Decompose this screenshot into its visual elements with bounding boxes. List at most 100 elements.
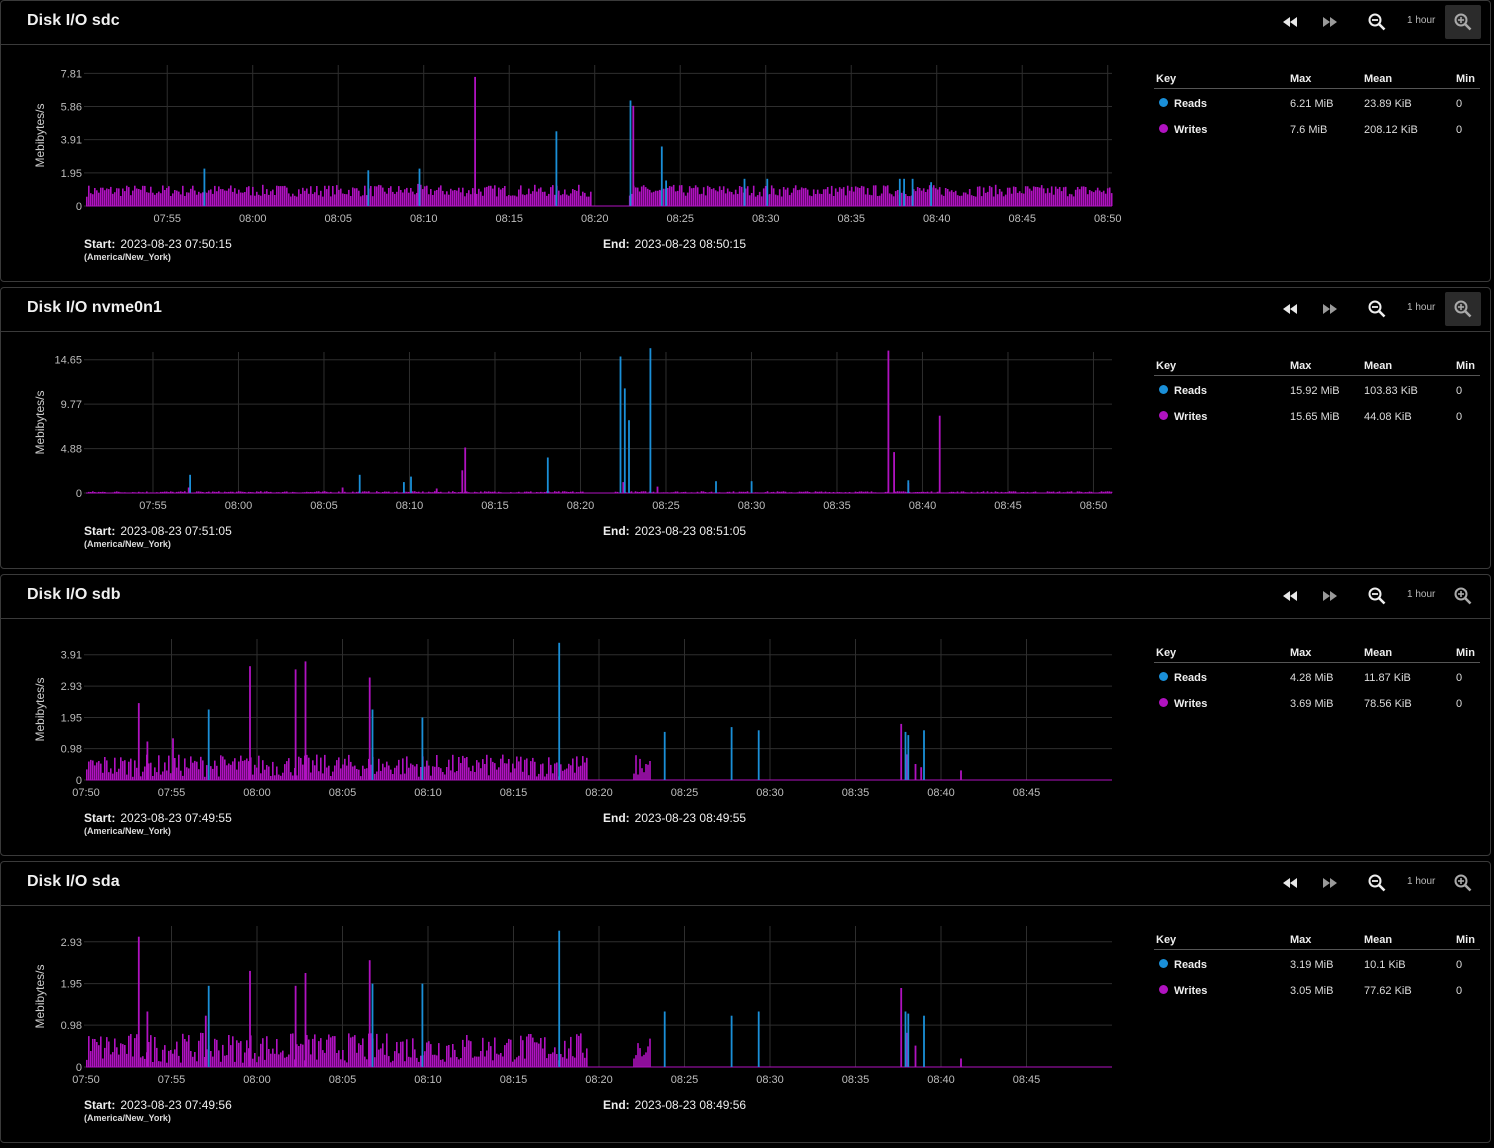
writes-bar (402, 758, 404, 780)
writes-bar (400, 190, 402, 206)
writes-bar (336, 1053, 338, 1067)
legend-row[interactable]: Reads 15.92 MiB 103.83 KiB 0 (1154, 385, 1480, 411)
zoom-out-button[interactable] (1359, 579, 1395, 613)
writes-bar (88, 761, 90, 780)
writes-bar (466, 757, 468, 780)
fast-forward-button[interactable] (1312, 579, 1348, 613)
writes-bar (882, 185, 885, 206)
zoom-out-button[interactable] (1359, 866, 1395, 900)
writes-bar (378, 184, 380, 206)
zoom-in-button[interactable] (1445, 866, 1481, 900)
writes-bar (372, 196, 374, 206)
legend-row[interactable]: Writes 15.65 MiB 44.08 KiB 0 (1154, 411, 1480, 437)
writes-bar (322, 196, 324, 206)
writes-bar (838, 187, 841, 206)
writes-bar (670, 186, 673, 206)
writes-bar (588, 196, 590, 206)
zoom-out-button[interactable] (1359, 292, 1395, 326)
zoom-in-icon (1454, 300, 1472, 318)
legend-row[interactable]: Writes 3.69 MiB 78.56 KiB 0 (1154, 698, 1480, 724)
writes-bar (458, 187, 460, 206)
legend-mean: 10.1 KiB (1364, 959, 1406, 971)
writes-bar (310, 186, 312, 206)
writes-bar (1020, 193, 1023, 206)
rewind-button[interactable] (1272, 292, 1308, 326)
rewind-button[interactable] (1272, 866, 1308, 900)
legend-row[interactable]: Reads 4.28 MiB 11.87 KiB 0 (1154, 672, 1480, 698)
writes-bar (450, 770, 452, 780)
writes-bar (366, 195, 368, 206)
fast-forward-button[interactable] (1312, 292, 1348, 326)
writes-bar (216, 1039, 218, 1067)
writes-bar (234, 758, 236, 780)
rewind-button[interactable] (1272, 579, 1308, 613)
legend-swatch (1159, 959, 1168, 968)
writes-bar (992, 196, 995, 206)
writes-bar (1038, 187, 1041, 206)
fast-forward-button[interactable] (1312, 866, 1348, 900)
writes-bar (858, 188, 861, 206)
writes-bar (880, 193, 883, 206)
writes-bar (904, 194, 907, 206)
writes-bar (524, 1058, 526, 1067)
x-tick-label: 08:35 (842, 787, 870, 799)
legend-row[interactable]: Writes 3.05 MiB 77.62 KiB 0 (1154, 985, 1480, 1011)
writes-bar (518, 189, 520, 206)
writes-spike (461, 470, 464, 493)
writes-bar (382, 1043, 384, 1067)
writes-bar (230, 1045, 232, 1067)
zoom-out-button[interactable] (1359, 5, 1395, 39)
zoom-in-button[interactable] (1445, 579, 1481, 613)
writes-bar (116, 771, 118, 780)
legend-mean: 77.62 KiB (1364, 985, 1412, 997)
writes-bar (476, 760, 478, 780)
writes-bar (448, 194, 450, 206)
writes-bar (100, 187, 102, 206)
writes-bar (270, 1053, 272, 1067)
writes-spike (249, 666, 251, 780)
writes-bar (388, 1056, 390, 1067)
writes-bar (516, 1057, 518, 1067)
writes-bar (498, 187, 500, 206)
writes-bar (1004, 194, 1007, 206)
writes-bar (338, 757, 340, 780)
writes-bar (386, 761, 388, 780)
writes-bar (258, 1056, 260, 1067)
writes-bar (444, 1061, 446, 1067)
writes-bar (336, 185, 338, 206)
legend-row[interactable]: Reads 3.19 MiB 10.1 KiB 0 (1154, 959, 1480, 985)
legend-max: 15.65 MiB (1290, 411, 1340, 423)
writes-bar (232, 761, 234, 780)
writes-bar (244, 192, 246, 206)
legend-mean: 78.56 KiB (1364, 698, 1412, 710)
zoom-in-button[interactable] (1445, 292, 1481, 326)
legend-row[interactable]: Reads 6.21 MiB 23.89 KiB 0 (1154, 98, 1480, 124)
writes-bar (104, 190, 106, 206)
writes-bar (540, 187, 542, 206)
writes-bar (94, 1039, 96, 1067)
zoom-in-button[interactable] (1445, 5, 1481, 39)
writes-bar (364, 185, 366, 206)
writes-spike (960, 770, 962, 780)
fast-forward-button[interactable] (1312, 5, 1348, 39)
writes-bar (176, 767, 178, 780)
y-tick-label: 0.98 (61, 1020, 82, 1032)
writes-bar (472, 188, 474, 206)
x-tick-label: 08:25 (671, 1074, 699, 1086)
y-tick-label: 3.91 (61, 135, 82, 147)
rewind-button[interactable] (1272, 5, 1308, 39)
legend-row[interactable]: Writes 7.6 MiB 208.12 KiB 0 (1154, 124, 1480, 150)
legend-swatch (1159, 385, 1168, 394)
range-end: End: 2023-08-23 08:49:55 (603, 811, 746, 825)
legend-header-mean: Mean (1364, 934, 1393, 946)
start-value: 2023-08-23 07:51:05 (120, 524, 232, 538)
writes-bar (354, 1035, 356, 1067)
writes-bar (300, 193, 302, 206)
writes-bar (422, 189, 424, 206)
writes-bar (98, 1045, 100, 1067)
writes-bar (110, 768, 112, 780)
writes-bar (216, 191, 218, 206)
writes-bar (788, 195, 791, 206)
writes-bar (474, 772, 476, 780)
writes-bar (164, 762, 166, 780)
